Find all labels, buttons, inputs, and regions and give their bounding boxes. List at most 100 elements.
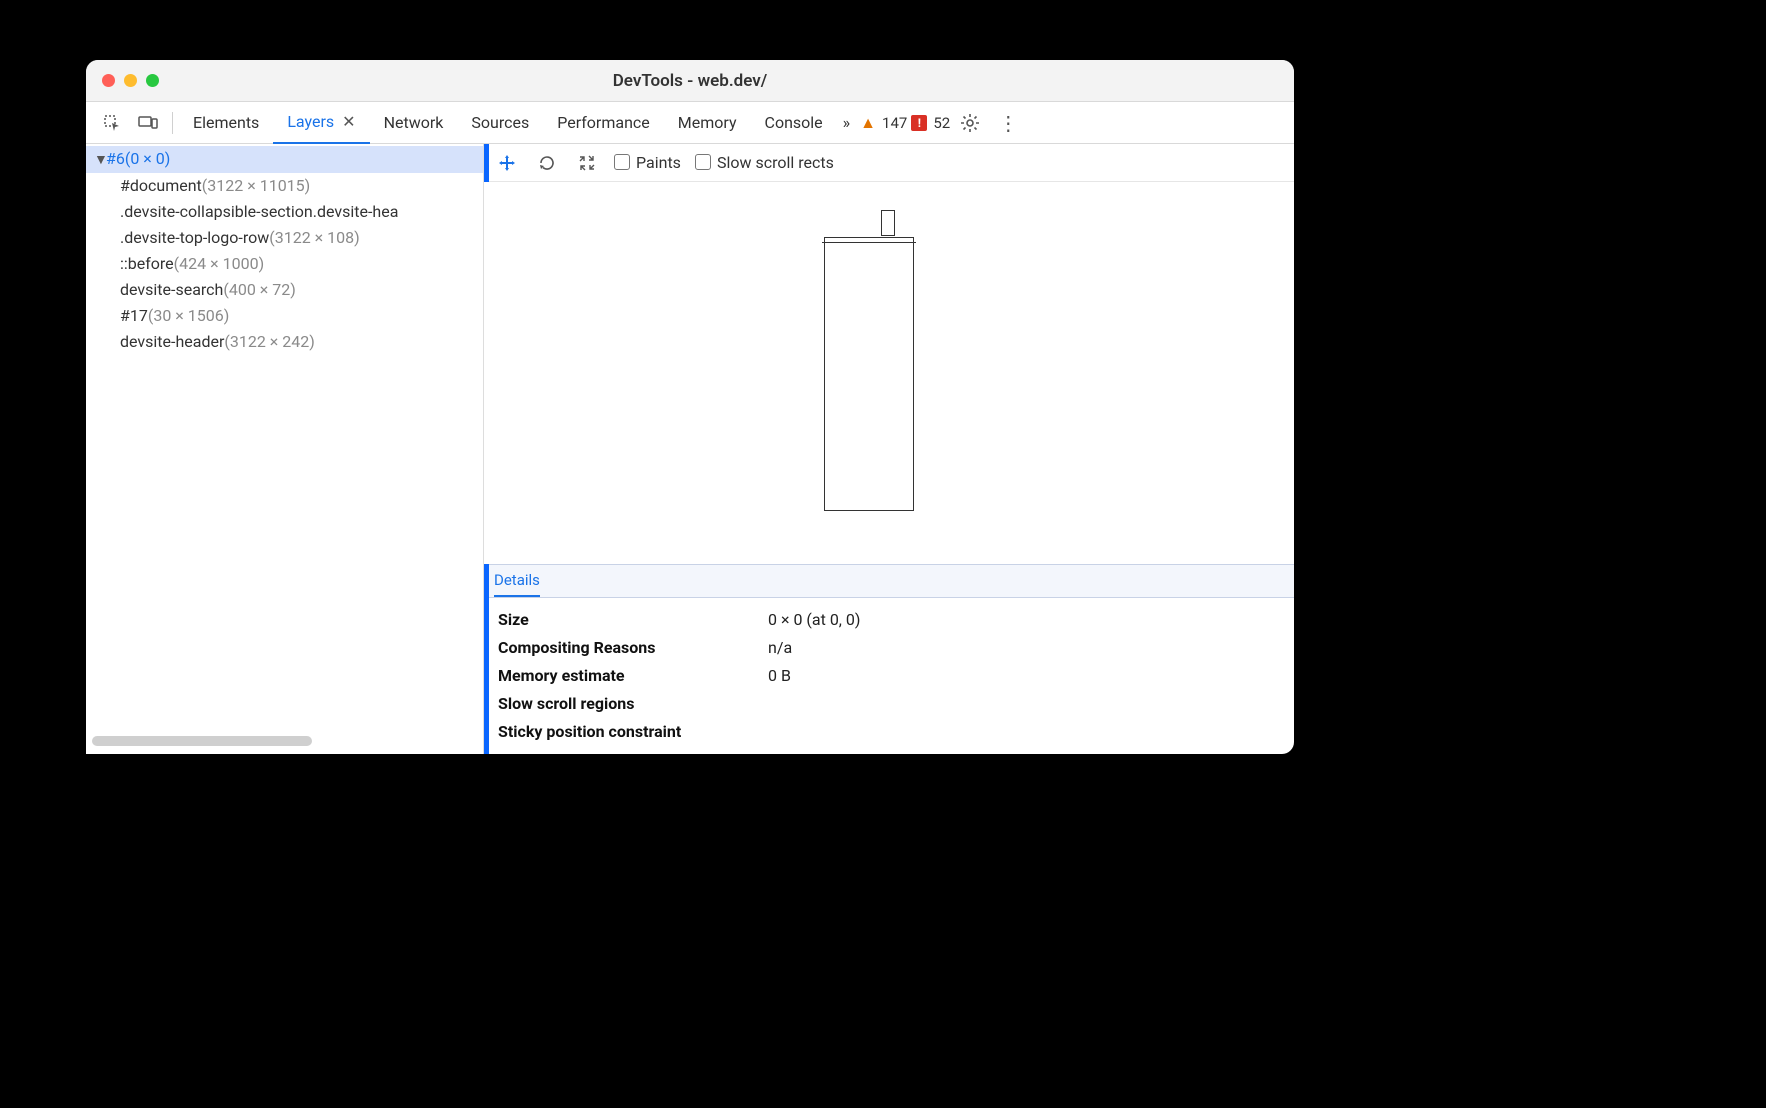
layer-name: .devsite-collapsible-section.devsite-hea: [120, 202, 398, 221]
rotate-icon: [537, 153, 557, 173]
layers-toolbar: Paints Slow scroll rects: [484, 144, 1294, 182]
tab-label: Elements: [193, 113, 259, 132]
tab-memory[interactable]: Memory: [664, 102, 751, 144]
panel-body: ▼#6(0 × 0) #document(3122 × 11015) .devs…: [86, 144, 1294, 754]
layers-viewport[interactable]: [484, 182, 1294, 564]
minimize-window-button[interactable]: [124, 74, 137, 87]
tab-label: Layers: [287, 112, 334, 131]
layer-tree-row[interactable]: ▼#6(0 × 0): [86, 146, 483, 173]
layer-preview-box: [824, 237, 914, 511]
layer-dims: (400 × 72): [223, 280, 295, 299]
device-toggle-icon[interactable]: [134, 109, 162, 137]
tab-label: Performance: [557, 113, 650, 132]
layer-dims: (3122 × 108): [269, 228, 359, 247]
prop-row: Memory estimate 0 B: [498, 662, 1280, 690]
checkbox-icon: [614, 154, 630, 170]
layer-dims: (3122 × 11015): [202, 176, 310, 195]
close-tab-icon[interactable]: ✕: [342, 112, 355, 131]
layer-tree-row[interactable]: devsite-search(400 × 72): [86, 277, 483, 303]
layer-dims: (30 × 1506): [148, 306, 229, 325]
traffic-lights: [86, 74, 159, 87]
prop-key: Memory estimate: [498, 662, 748, 690]
errors-badge[interactable]: ! 52: [911, 114, 950, 132]
prop-key: Size: [498, 606, 748, 634]
slow-scroll-checkbox[interactable]: Slow scroll rects: [695, 153, 834, 172]
prop-row: Slow scroll regions: [498, 690, 1280, 718]
layer-name: #17: [120, 306, 148, 325]
chevron-right-icon: »: [843, 113, 851, 132]
prop-key: Sticky position constraint: [498, 718, 748, 746]
layer-name: #document: [120, 176, 202, 195]
layer-dims: (424 × 1000): [174, 254, 264, 273]
details-tabbar: Details: [484, 564, 1294, 598]
tabs-toolbar: Elements Layers ✕ Network Sources Perfor…: [86, 102, 1294, 144]
tab-layers[interactable]: Layers ✕: [273, 102, 369, 144]
zoom-window-button[interactable]: [146, 74, 159, 87]
pan-mode-button[interactable]: [494, 150, 520, 176]
layer-name: devsite-search: [120, 280, 223, 299]
prop-value: n/a: [768, 634, 792, 662]
prop-row: Size 0 × 0 (at 0, 0): [498, 606, 1280, 634]
prop-row: Compositing Reasons n/a: [498, 634, 1280, 662]
separator: [172, 112, 173, 134]
kebab-menu-button[interactable]: ⋮: [998, 111, 1018, 135]
layer-name: #6: [106, 149, 125, 168]
close-window-button[interactable]: [102, 74, 115, 87]
error-icon: !: [911, 115, 927, 131]
layers-main: Paints Slow scroll rects Details Size 0 ×…: [484, 144, 1294, 754]
layer-tree-row[interactable]: devsite-header(3122 × 242): [86, 329, 483, 355]
tab-label: Memory: [678, 113, 737, 132]
layer-tree-row[interactable]: .devsite-collapsible-section.devsite-hea: [86, 199, 483, 225]
window-title: DevTools - web.dev/: [613, 71, 768, 91]
details-props: Size 0 × 0 (at 0, 0) Compositing Reasons n…: [484, 598, 1294, 754]
prop-value: 0 × 0 (at 0, 0): [768, 606, 860, 634]
layer-name: ::before: [120, 254, 174, 273]
layer-tree-row[interactable]: #document(3122 × 11015): [86, 173, 483, 199]
tab-performance[interactable]: Performance: [543, 102, 664, 144]
settings-button[interactable]: [960, 113, 980, 133]
slow-scroll-label: Slow scroll rects: [717, 153, 834, 172]
horizontal-scrollbar[interactable]: [92, 736, 477, 748]
tab-label: Console: [765, 113, 823, 132]
tab-console[interactable]: Console: [751, 102, 837, 144]
layer-preview-line: [822, 242, 916, 243]
layer-tree-row[interactable]: .devsite-top-logo-row(3122 × 108): [86, 225, 483, 251]
prop-row: Sticky position constraint: [498, 718, 1280, 746]
layers-tree: ▼#6(0 × 0) #document(3122 × 11015) .devs…: [86, 144, 483, 355]
paints-label: Paints: [636, 153, 681, 172]
prop-key: Compositing Reasons: [498, 634, 748, 662]
more-tabs-button[interactable]: »: [837, 102, 857, 144]
pan-icon: [497, 153, 517, 173]
titlebar: DevTools - web.dev/: [86, 60, 1294, 102]
tab-label: Network: [384, 113, 444, 132]
errors-count: 52: [933, 114, 950, 132]
rotate-mode-button[interactable]: [534, 150, 560, 176]
layer-dims: (3122 × 242): [224, 332, 314, 351]
tab-elements[interactable]: Elements: [179, 102, 273, 144]
tab-label: Sources: [471, 113, 529, 132]
gear-icon: [960, 113, 980, 133]
tab-network[interactable]: Network: [370, 102, 458, 144]
details-tab[interactable]: Details: [494, 565, 540, 597]
warnings-count: 147: [882, 114, 907, 132]
devtools-window: DevTools - web.dev/ Elements Layers ✕ Ne…: [86, 60, 1294, 754]
layer-dims: (0 × 0): [125, 149, 171, 168]
collapse-icon: [578, 154, 596, 172]
inspect-element-icon[interactable]: [98, 109, 126, 137]
prop-value: 0 B: [768, 662, 791, 690]
layers-tree-sidebar: ▼#6(0 × 0) #document(3122 × 11015) .devs…: [86, 144, 484, 754]
checkbox-icon: [695, 154, 711, 170]
scrollbar-thumb[interactable]: [92, 736, 312, 746]
reset-view-button[interactable]: [574, 150, 600, 176]
layer-name: .devsite-top-logo-row: [120, 228, 269, 247]
layer-tree-row[interactable]: ::before(424 × 1000): [86, 251, 483, 277]
warnings-badge[interactable]: ▲ 147: [860, 113, 907, 133]
paints-checkbox[interactable]: Paints: [614, 153, 681, 172]
prop-key: Slow scroll regions: [498, 690, 748, 718]
layer-preview-cap: [881, 210, 895, 236]
warning-icon: ▲: [860, 113, 876, 133]
layer-name: devsite-header: [120, 332, 224, 351]
tab-sources[interactable]: Sources: [457, 102, 543, 144]
layer-tree-row[interactable]: #17(30 × 1506): [86, 303, 483, 329]
disclosure-triangle-icon[interactable]: ▼: [94, 147, 106, 173]
